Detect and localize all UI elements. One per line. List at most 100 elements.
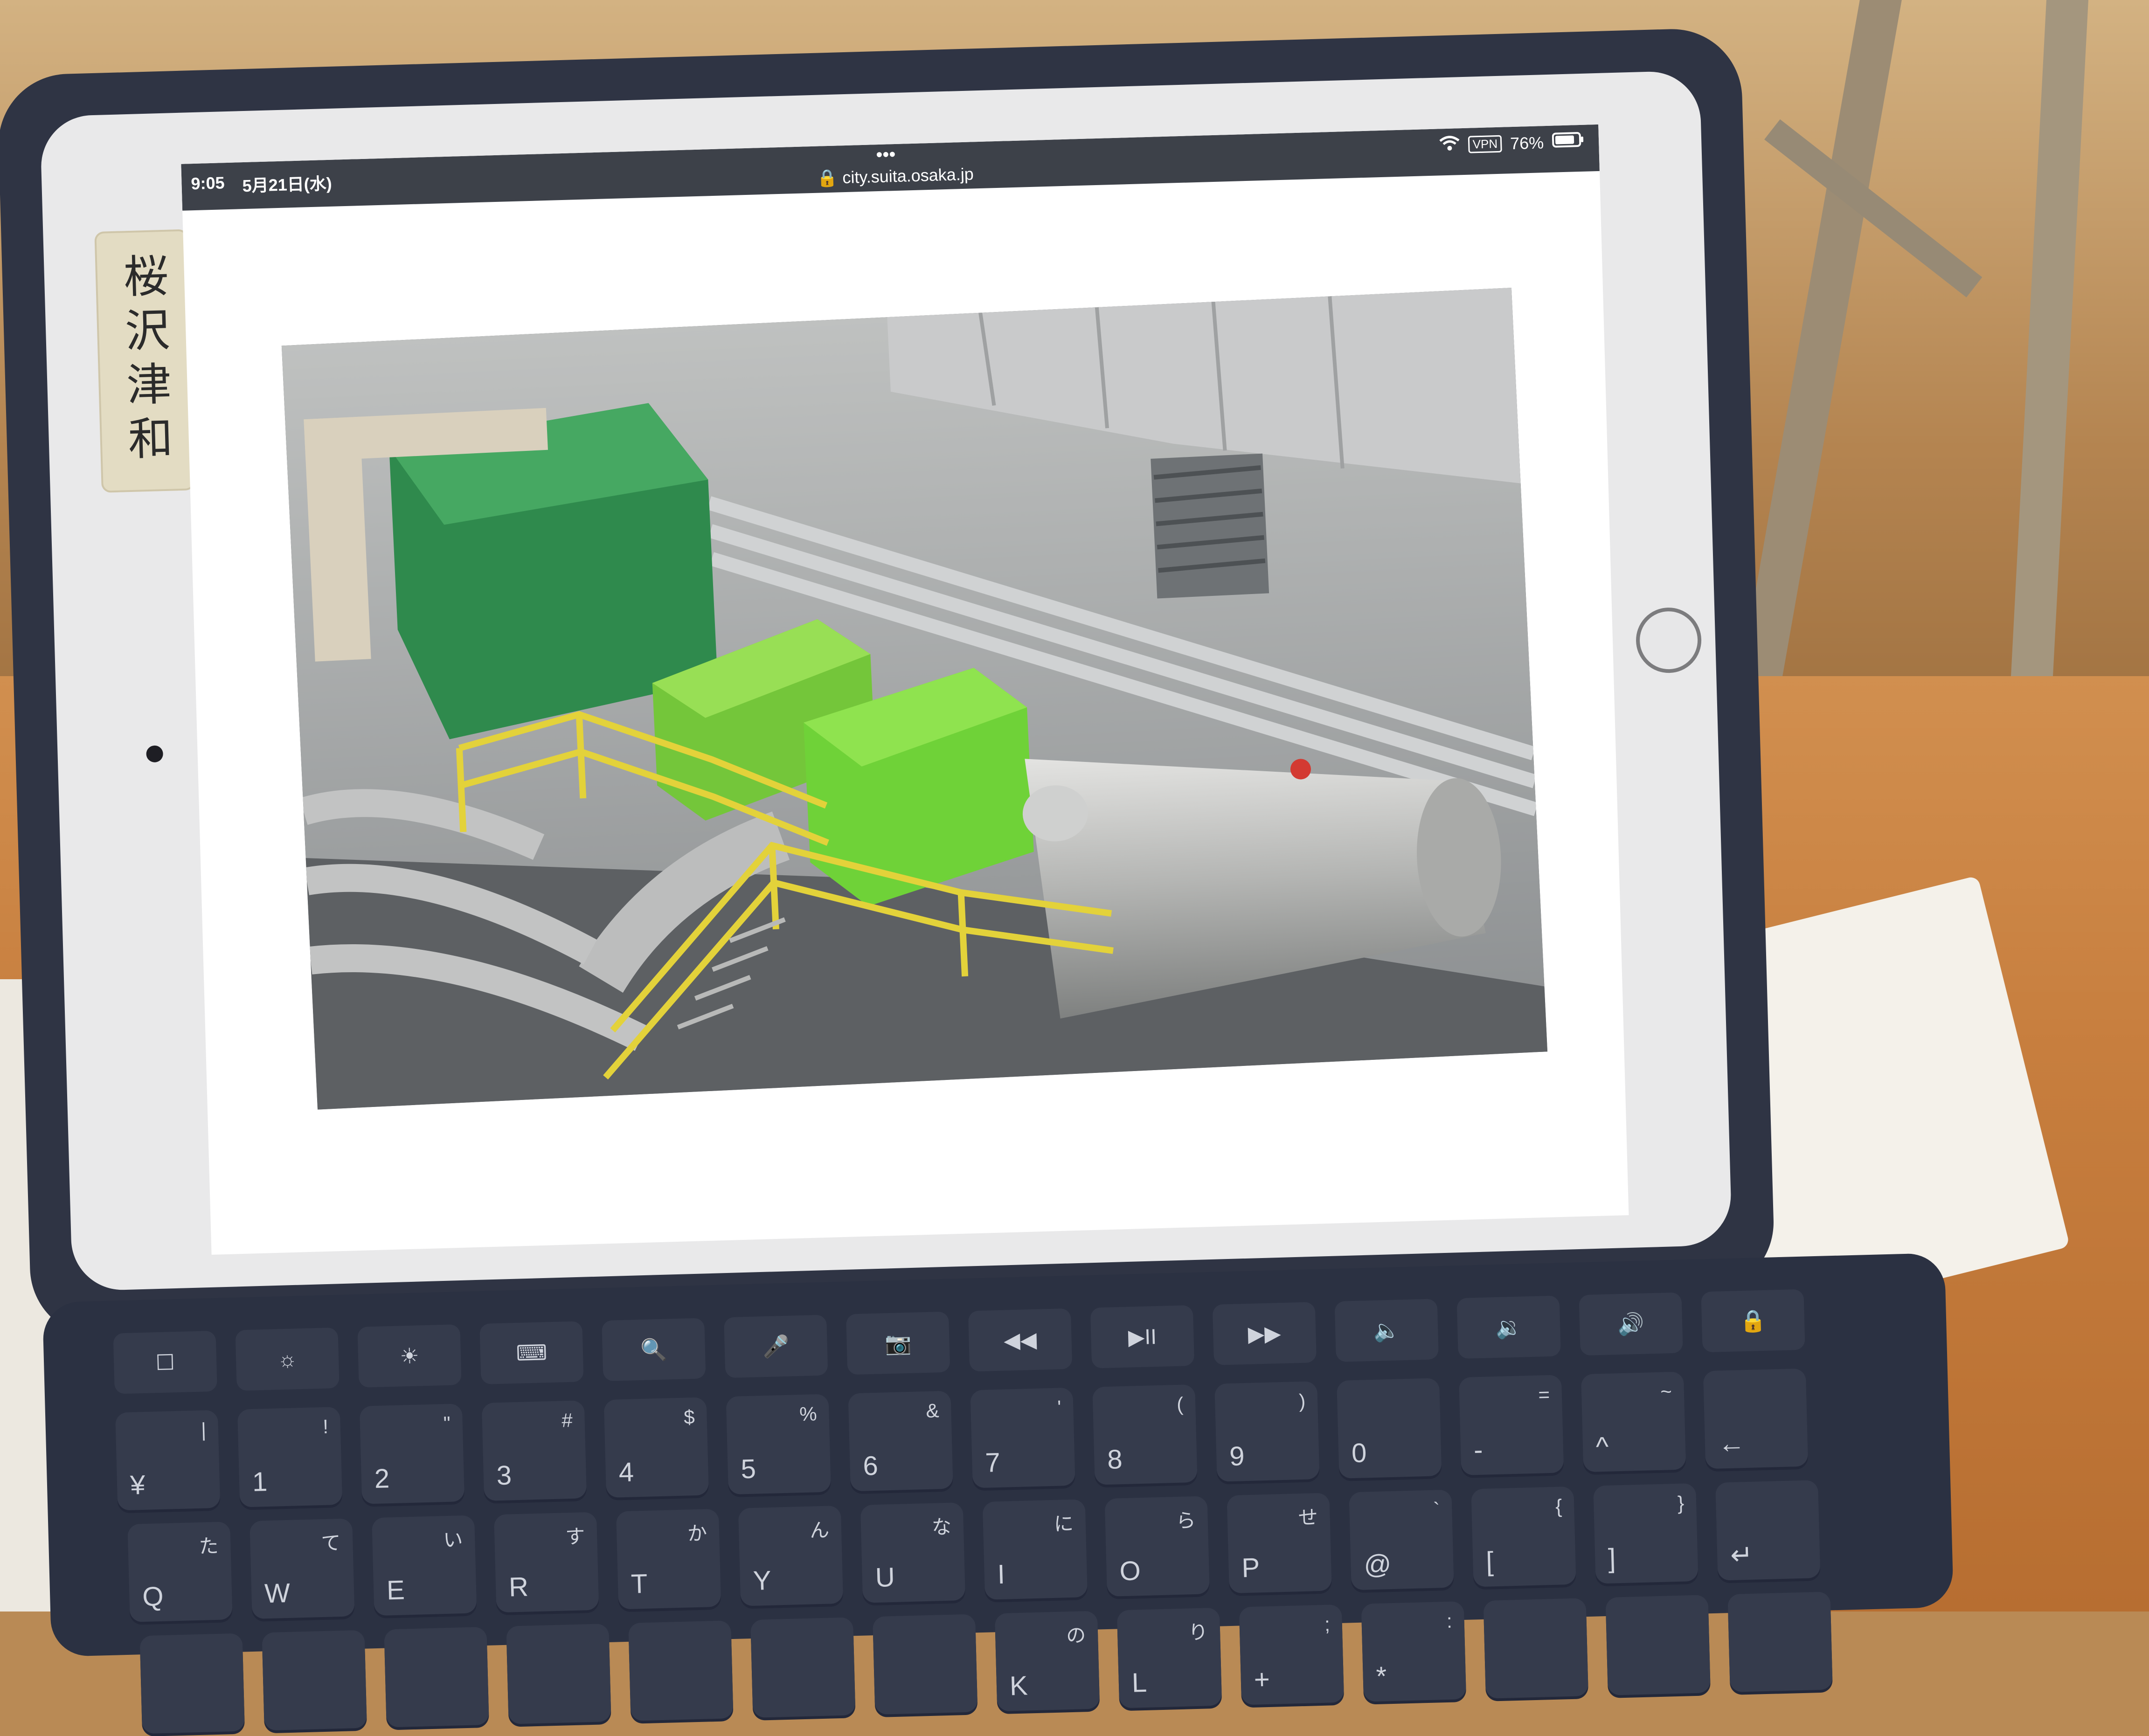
key-primary-label: O (1119, 1556, 1141, 1587)
keyboard-key[interactable]: *: (1361, 1601, 1467, 1702)
tablet-screen: 9:05 5月21日(水) ••• 🔒 city.suita.osaka.jp … (181, 124, 1629, 1255)
keyboard-case: ☐ ☼ ☀ ⌨ 🔍 🎤 📷 ◀◀ ▶II ▶▶ 🔈 🔉 🔊 🔒 ¥ | 1! 2 " 3 #4 $5% 6 & 7 ' 8(9) 0… (42, 1252, 1954, 1734)
key-primary-label: 8 (1107, 1444, 1123, 1475)
key-secondary-label: | (201, 1418, 207, 1441)
key-secondary-label: ら (1176, 1509, 1196, 1532)
function-key[interactable]: 🔈 (1334, 1299, 1439, 1362)
key-secondary-label: ; (1324, 1613, 1331, 1635)
status-time: 9:05 (190, 173, 225, 194)
key-secondary-label: ' (1057, 1396, 1061, 1418)
key-secondary-label: ~ (1660, 1380, 1672, 1403)
keyboard-key[interactable]: Lり (1116, 1607, 1222, 1708)
tab-dots-icon[interactable]: ••• (876, 144, 896, 166)
keyboard-key[interactable]: Eい (372, 1515, 477, 1616)
key-primary-label: @ (1363, 1549, 1392, 1580)
wifi-icon (1439, 135, 1460, 155)
keyboard-key[interactable]: 0 (1337, 1378, 1442, 1479)
key-primary-label: P (1241, 1552, 1261, 1584)
keyboard-key[interactable]: Wて (250, 1518, 355, 1619)
tablet-device: 桜沢津和 9:05 5月21日(水) ••• 🔒 city.suita.osak… (0, 27, 1776, 1339)
keyboard-key[interactable]: - = (1458, 1375, 1564, 1476)
function-key[interactable]: 🎤 (724, 1314, 828, 1378)
keyboard-key[interactable] (262, 1630, 367, 1731)
key-primary-label: ¥ (130, 1469, 146, 1501)
keyboard-key[interactable]: 8( (1092, 1384, 1198, 1485)
key-primary-label: ^ (1595, 1431, 1609, 1462)
key-secondary-label: い (443, 1529, 463, 1551)
keyboard-key[interactable]: Tか (616, 1508, 721, 1610)
keyboard-key[interactable]: 1! (237, 1406, 343, 1508)
keyboard-key[interactable]: 7 ' (970, 1387, 1075, 1488)
keyboard-key[interactable]: @ ` (1349, 1489, 1454, 1591)
key-primary-label: 4 (618, 1457, 634, 1488)
keyboard-key[interactable]: 5% (726, 1394, 831, 1495)
keyboard-key[interactable]: 6 & (848, 1390, 953, 1492)
keyboard-key[interactable]: 4 $ (603, 1397, 709, 1498)
keyboard-key[interactable] (139, 1633, 245, 1734)
keyboard-key[interactable] (384, 1626, 489, 1728)
key-primary-label: 2 (374, 1463, 390, 1494)
keyboard-key[interactable] (1605, 1595, 1711, 1695)
key-primary-label: ← (1718, 1428, 1746, 1459)
function-key[interactable]: ☀ (357, 1324, 462, 1388)
key-primary-label: I (997, 1559, 1005, 1590)
function-key[interactable]: ▶▶ (1212, 1302, 1317, 1365)
function-key[interactable]: 📷 (846, 1311, 950, 1375)
status-icons: VPN 76% (1439, 131, 1585, 156)
keyboard-key[interactable]: Rす (493, 1512, 599, 1613)
keyboard-key[interactable] (1727, 1591, 1833, 1693)
key-secondary-label: " (443, 1412, 451, 1435)
keyboard-key[interactable]: Pせ (1227, 1493, 1332, 1594)
key-primary-label: * (1375, 1661, 1387, 1692)
key-secondary-label: } (1677, 1492, 1685, 1514)
keyboard-key[interactable]: 3 # (481, 1400, 587, 1501)
keyboard-key[interactable]: Yん (738, 1505, 844, 1606)
keyboard-key[interactable] (506, 1623, 611, 1724)
keyboard-key[interactable]: Qた (127, 1522, 233, 1622)
keyboard-key[interactable]: ← (1703, 1368, 1809, 1469)
key-secondary-label: て (320, 1531, 341, 1555)
function-key[interactable]: ◀◀ (968, 1308, 1073, 1372)
keyboard-key[interactable] (750, 1617, 856, 1718)
keyboard-key[interactable]: Uな (860, 1502, 966, 1603)
key-primary-label: R (508, 1571, 529, 1603)
function-key[interactable]: 🔒 (1701, 1289, 1805, 1353)
key-secondary-label: り (1188, 1621, 1208, 1644)
address-bar[interactable]: 🔒 city.suita.osaka.jp (788, 164, 1003, 189)
keyboard-key[interactable] (1483, 1598, 1588, 1699)
key-secondary-label: # (561, 1409, 573, 1432)
key-primary-label: [ (1485, 1546, 1494, 1577)
keyboard-key[interactable]: Oら (1104, 1496, 1210, 1597)
keyboard-key[interactable] (628, 1620, 734, 1721)
keyboard-key[interactable]: Kの (994, 1611, 1100, 1712)
function-key[interactable]: 🔍 (602, 1318, 706, 1382)
key-secondary-label: ` (1433, 1498, 1440, 1521)
function-key[interactable]: 🔊 (1579, 1292, 1683, 1356)
key-secondary-label: す (565, 1525, 585, 1548)
key-primary-label: 3 (496, 1460, 512, 1491)
keyboard-key[interactable]: ¥ | (115, 1410, 221, 1511)
home-button[interactable] (1635, 607, 1703, 674)
keyboard-key[interactable]: 2 " (359, 1404, 465, 1504)
function-key[interactable]: ⌨ (479, 1321, 584, 1384)
keyboard-key[interactable] (872, 1614, 978, 1715)
battery-percent: 76% (1510, 132, 1544, 153)
keyboard-key[interactable]: [{ (1471, 1486, 1576, 1587)
key-primary-label: 5 (740, 1453, 756, 1485)
key-secondary-label: ) (1298, 1390, 1306, 1412)
function-key[interactable]: 🔉 (1456, 1295, 1561, 1359)
function-key[interactable]: ▶II (1090, 1305, 1195, 1369)
keyboard-key[interactable]: +; (1239, 1604, 1345, 1705)
key-primary-label: ] (1608, 1543, 1616, 1574)
function-key[interactable]: ☐ (113, 1330, 217, 1394)
function-key[interactable]: ☼ (235, 1327, 340, 1391)
keyboard-key[interactable]: ↵ (1715, 1480, 1821, 1581)
key-primary-label: - (1473, 1434, 1484, 1466)
turbine-hall-photo[interactable] (281, 288, 1548, 1110)
keyboard-key[interactable]: ^ ~ (1581, 1371, 1686, 1473)
keyboard-key[interactable]: Iに (982, 1499, 1088, 1600)
keyboard-key[interactable]: ]} (1593, 1483, 1698, 1584)
keyboard-key[interactable]: 9) (1214, 1381, 1320, 1482)
key-secondary-label: & (925, 1399, 940, 1422)
battery-icon (1552, 131, 1585, 152)
